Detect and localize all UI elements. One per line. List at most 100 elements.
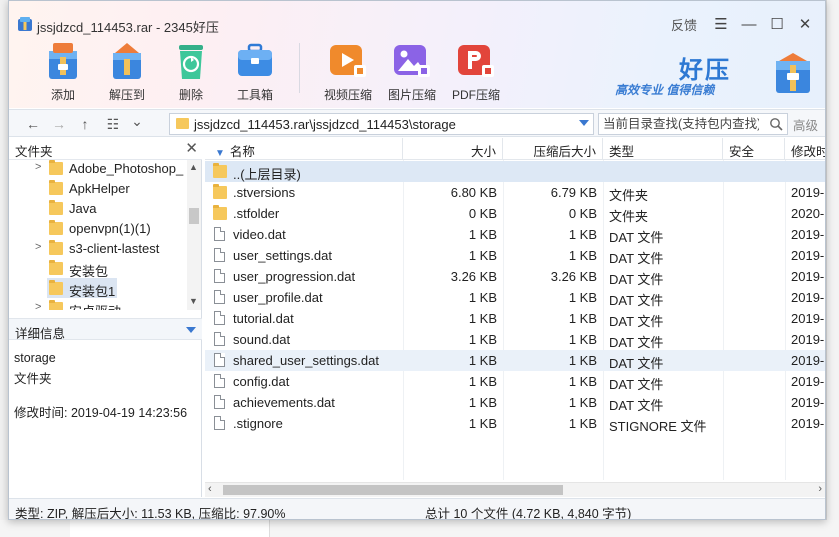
- scroll-down-icon[interactable]: ▼: [189, 296, 198, 306]
- file-modified: 2019-: [791, 395, 825, 410]
- scroll-up-icon[interactable]: ▲: [189, 162, 198, 172]
- tree-item[interactable]: 安装包1: [9, 278, 187, 299]
- search-field[interactable]: [598, 113, 788, 135]
- file-icon: [214, 311, 225, 325]
- detail-modified: 修改时间: 2019-04-19 14:23:56: [14, 406, 188, 420]
- file-type: DAT 文件: [609, 356, 664, 371]
- folder-icon: [176, 118, 189, 129]
- detail-name: storage: [14, 351, 56, 365]
- pdf-compress-button[interactable]: PDF压缩: [444, 39, 508, 103]
- minimize-button[interactable]: —: [735, 14, 763, 34]
- file-modified: 2019-: [791, 332, 825, 347]
- chevron-right-icon[interactable]: >: [35, 241, 41, 253]
- path-field[interactable]: jssjdzcd_114453.rar\jssjdzcd_114453\stor…: [169, 113, 594, 135]
- tree-item[interactable]: ApkHelper: [9, 178, 187, 198]
- tree-item[interactable]: Java: [9, 198, 187, 218]
- tree-item[interactable]: > s3-client-lastest: [9, 238, 187, 258]
- folder-icon: [213, 184, 227, 199]
- scroll-thumb[interactable]: [223, 485, 563, 495]
- table-row[interactable]: user_settings.dat 1 KB 1 KB DAT 文件 2019-: [205, 245, 825, 266]
- file-packed-size: 1 KB: [568, 374, 597, 389]
- column-type[interactable]: 类型: [603, 138, 723, 160]
- horizontal-scrollbar[interactable]: ‹ ›: [205, 482, 825, 497]
- table-row[interactable]: shared_user_settings.dat 1 KB 1 KB DAT 文件 20…: [205, 350, 825, 371]
- folder-icon: [49, 280, 63, 295]
- detail-panel-header[interactable]: 详细信息: [9, 318, 202, 341]
- table-row[interactable]: .stignore 1 KB 1 KB STIGNORE 文件 2019-: [205, 413, 825, 434]
- close-icon[interactable]: ✕: [185, 139, 198, 157]
- file-type: DAT 文件: [609, 335, 664, 350]
- file-type: 文件夹: [609, 188, 649, 203]
- file-size: 6.80 KB: [450, 185, 497, 200]
- table-row[interactable]: user_profile.dat 1 KB 1 KB DAT 文件 2019-: [205, 287, 825, 308]
- toolbox-button[interactable]: 工具箱: [223, 39, 287, 103]
- view-mode-icon[interactable]: ☷: [103, 114, 123, 134]
- table-row[interactable]: achievements.dat 1 KB 1 KB DAT 文件 2019-: [205, 392, 825, 413]
- table-row[interactable]: tutorial.dat 1 KB 1 KB DAT 文件 2019-: [205, 308, 825, 329]
- delete-button[interactable]: 删除: [159, 39, 223, 103]
- extract-to-button[interactable]: 解压到: [95, 39, 159, 103]
- file-size: 1 KB: [468, 311, 497, 326]
- chevron-down-icon[interactable]: [186, 327, 196, 333]
- maximize-button[interactable]: ☐: [763, 14, 791, 34]
- app-window: jssjdzcd_114453.rar - 2345好压 反馈 ☰ — ☐ ✕ …: [8, 0, 826, 520]
- menu-icon[interactable]: ☰: [707, 14, 735, 34]
- tree-item-label: s3-client-lastest: [69, 241, 160, 256]
- chevron-right-icon[interactable]: >: [35, 301, 41, 310]
- file-type: DAT 文件: [609, 230, 664, 245]
- scroll-right-icon[interactable]: ›: [818, 483, 822, 495]
- tree-item[interactable]: 安装包: [9, 258, 187, 279]
- column-packed-size[interactable]: 压缩后大小: [503, 138, 603, 160]
- tree-item-label: 安卓驱动: [69, 301, 121, 310]
- table-row[interactable]: video.dat 1 KB 1 KB DAT 文件 2019-: [205, 224, 825, 245]
- add-label: 添加: [50, 88, 75, 102]
- close-button[interactable]: ✕: [791, 14, 819, 34]
- folder-icon: [49, 260, 63, 275]
- file-size: 1 KB: [468, 416, 497, 431]
- column-size[interactable]: 大小: [403, 138, 503, 160]
- file-modified: 2019-: [791, 227, 825, 242]
- path-dropdown-icon[interactable]: [579, 120, 589, 126]
- feedback-link[interactable]: 反馈: [671, 15, 697, 34]
- folder-panel-header: 文件夹 ✕: [9, 138, 202, 160]
- search-input[interactable]: [599, 114, 759, 134]
- image-compress-button[interactable]: 图片压缩: [380, 39, 444, 103]
- extract-icon: [113, 43, 141, 79]
- file-icon: [214, 269, 225, 283]
- address-bar: ← → ↑ ☷ ⌄ jssjdzcd_114453.rar\jssjdzcd_1…: [9, 109, 825, 137]
- table-row[interactable]: ..(上层目录): [205, 161, 825, 182]
- table-row[interactable]: .stversions 6.80 KB 6.79 KB 文件夹 2019-: [205, 182, 825, 203]
- file-type: DAT 文件: [609, 377, 664, 392]
- table-row[interactable]: sound.dat 1 KB 1 KB DAT 文件 2019-: [205, 329, 825, 350]
- file-name: .stversions: [233, 185, 296, 200]
- table-row[interactable]: config.dat 1 KB 1 KB DAT 文件 2019-: [205, 371, 825, 392]
- file-size: 1 KB: [468, 353, 497, 368]
- tree-item[interactable]: > Adobe_Photoshop_: [9, 160, 187, 178]
- scroll-thumb[interactable]: [189, 208, 199, 224]
- forward-button[interactable]: →: [49, 114, 69, 134]
- add-button[interactable]: 添加: [31, 39, 95, 103]
- column-name[interactable]: ▼ 名称: [205, 138, 403, 160]
- status-bar: 类型: ZIP, 解压后大小: 11.53 KB, 压缩比: 97.90% 总计…: [9, 498, 825, 519]
- tree-scrollbar[interactable]: ▲ ▼: [187, 160, 201, 310]
- advanced-search-link[interactable]: 高级: [793, 115, 818, 134]
- column-modified[interactable]: 修改时: [785, 138, 825, 160]
- up-button[interactable]: ↑: [75, 114, 95, 134]
- window-title: jssjdzcd_114453.rar - 2345好压: [37, 20, 219, 35]
- view-mode-dropdown[interactable]: ⌄: [127, 111, 147, 131]
- file-packed-size: 1 KB: [568, 248, 597, 263]
- folder-icon: [213, 163, 227, 178]
- search-icon[interactable]: [769, 117, 783, 131]
- file-name: user_settings.dat: [233, 248, 333, 263]
- toolbox-icon: [238, 43, 272, 76]
- table-row[interactable]: .stfolder 0 KB 0 KB 文件夹 2020-: [205, 203, 825, 224]
- chevron-right-icon[interactable]: >: [35, 161, 41, 173]
- tree-item[interactable]: > 安卓驱动: [9, 298, 187, 310]
- tree-item[interactable]: openvpn(1)(1): [9, 218, 187, 238]
- file-packed-size: 1 KB: [568, 290, 597, 305]
- back-button[interactable]: ←: [23, 114, 43, 134]
- scroll-left-icon[interactable]: ‹: [208, 483, 212, 495]
- table-row[interactable]: user_progression.dat 3.26 KB 3.26 KB DAT 文件…: [205, 266, 825, 287]
- video-compress-button[interactable]: 视频压缩: [316, 39, 380, 103]
- column-security[interactable]: 安全: [723, 138, 785, 160]
